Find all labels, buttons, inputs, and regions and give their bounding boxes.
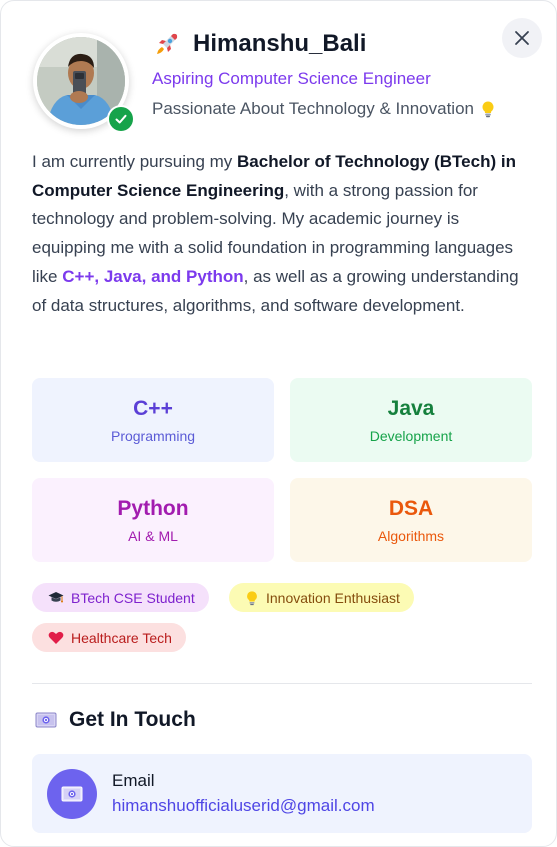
contact-heading-label: Get In Touch [69,708,196,731]
skill-card-dsa: DSA Algorithms [290,478,532,562]
skill-card-cpp: C++ Programming [32,378,274,462]
heart-icon [48,631,64,644]
envelope-icon [61,786,83,802]
verified-badge [107,105,135,133]
badge-label: Healthcare Tech [71,629,172,646]
skill-title: C++ [133,397,173,420]
name-row: Himanshu_Bali [153,30,366,58]
contact-heading: Get In Touch [35,708,196,732]
contact-label: Email [112,771,155,790]
close-button[interactable] [502,18,542,58]
badge-healthcare-tech: Healthcare Tech [32,623,186,652]
check-icon [115,114,127,124]
badge-innovation-enthusiast: Innovation Enthusiast [229,583,414,612]
skill-title: Java [387,397,435,420]
skill-card-python: Python AI & ML [32,478,274,562]
skill-subtitle: AI & ML [128,528,178,544]
bio-intro: I am currently pursuing my [32,152,238,171]
contact-item-email[interactable]: Email himanshuofficialuserid@gmail.com [32,754,532,833]
section-divider [32,683,532,684]
avatar [33,33,135,133]
skill-subtitle: Programming [110,428,196,444]
graduation-cap-icon [48,591,64,602]
skill-title: Python [117,497,189,520]
lightbulb-icon [482,101,494,118]
profile-card: Himanshu_Bali Aspiring Computer Science … [0,0,557,847]
skill-title: DSA [388,497,434,520]
contact-icon-circle [47,769,97,819]
skill-subtitle: Algorithms [377,528,445,544]
profile-name: Himanshu_Bali [193,30,367,57]
lightbulb-icon [247,590,257,605]
badge-btech-student: BTech CSE Student [32,583,209,612]
skill-card-java: Java Development [290,378,532,462]
skill-subtitle: Development [369,428,453,444]
email-link[interactable]: himanshuofficialuserid@gmail.com [112,796,375,816]
bio-paragraph: I am currently pursuing my Bachelor of T… [32,148,537,320]
profile-subtitle: Aspiring Computer Science Engineer [152,69,431,88]
close-icon [515,31,529,45]
profile-tagline: Passionate About Technology & Innovation [152,99,496,119]
badge-label: Innovation Enthusiast [266,589,400,606]
tagline-text: Passionate About Technology & Innovation [152,99,474,118]
badge-label: BTech CSE Student [71,589,195,606]
bio-languages: C++, Java, and Python [62,266,244,286]
rocket-icon [157,33,178,54]
envelope-icon [35,712,57,728]
